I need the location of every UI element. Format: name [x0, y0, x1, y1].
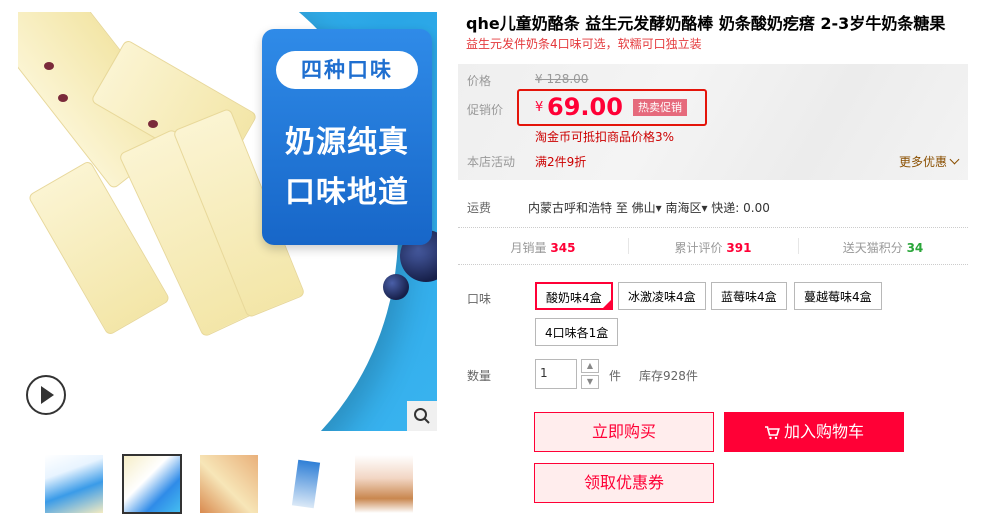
flavor-option-label: 4口味各1盒	[545, 326, 609, 340]
quantity-label: 数量	[467, 369, 492, 383]
quantity-unit: 件	[609, 369, 622, 383]
badge-line-2: 口味地道	[285, 175, 409, 210]
promo-tag: 热卖促销	[633, 99, 687, 116]
flavor-option-label: 蔓越莓味4盒	[804, 290, 872, 304]
price-label: 价格	[467, 74, 492, 88]
quantity-decrease-button[interactable]: ▼	[581, 375, 599, 389]
magnifier-icon[interactable]	[407, 401, 437, 431]
shipping-info[interactable]: 内蒙古呼和浩特 至 佛山▾ 南海区▾ 快递: 0.00	[528, 199, 770, 216]
promo-price-label: 促销价	[467, 103, 504, 117]
flavor-option-label: 酸奶味4盒	[546, 291, 602, 305]
more-offers-label: 更多优惠	[898, 155, 947, 169]
thumbnail-3[interactable]	[199, 454, 259, 514]
more-offers-link[interactable]: 更多优惠	[898, 153, 960, 170]
thumbnail-strip	[44, 454, 424, 514]
product-subtitle: 益生元发件奶条4口味可选，软糯可口独立装	[466, 37, 702, 51]
store-event-label: 本店活动	[467, 155, 516, 169]
thumbnail-4[interactable]	[276, 454, 336, 514]
review-count-label: 累计评价	[674, 241, 723, 255]
flavor-label: 口味	[467, 292, 492, 306]
monthly-sales-value: 345	[550, 241, 576, 255]
play-icon[interactable]	[26, 375, 66, 415]
tmall-points: 送天猫积分 34	[798, 239, 968, 256]
main-product-image[interactable]: 四种口味 奶源纯真 口味地道	[18, 12, 437, 431]
product-title: qhe儿童奶酪条 益生元发酵奶酪棒 奶条酸奶疙瘩 2-3岁牛奶条糖果	[466, 14, 946, 33]
flavor-option-icecream[interactable]: 冰激凌味4盒	[618, 282, 706, 310]
currency-symbol: ¥	[535, 100, 544, 115]
blueberry-graphic	[383, 274, 409, 300]
promo-price-highlight: ¥ 69.00 热卖促销	[517, 89, 707, 126]
flavor-badge: 四种口味 奶源纯真 口味地道	[262, 29, 432, 245]
monthly-sales: 月销量 345	[458, 239, 628, 256]
quantity-increase-button[interactable]: ▲	[581, 359, 599, 373]
divider	[458, 227, 968, 228]
coin-discount-note[interactable]: 淘金币可抵扣商品价格3%	[535, 128, 674, 145]
store-event-text: 满2件9折	[535, 155, 587, 169]
stock-count: 库存928件	[639, 369, 698, 383]
review-count-value: 391	[726, 241, 752, 255]
selected-check-icon	[601, 299, 612, 309]
promo-price-value: 69.00	[547, 93, 623, 121]
chevron-down-icon	[949, 154, 960, 165]
flavor-option-cranberry[interactable]: 蔓越莓味4盒	[794, 282, 882, 310]
berry-bit	[148, 120, 158, 128]
thumbnail-2[interactable]	[122, 454, 182, 514]
tmall-points-value: 34	[906, 241, 924, 255]
badge-line-1: 奶源纯真	[285, 125, 409, 160]
flavor-option-assorted[interactable]: 4口味各1盒	[535, 318, 619, 346]
get-coupon-button[interactable]: 领取优惠券	[534, 463, 714, 503]
thumbnail-5[interactable]	[354, 454, 414, 514]
add-to-cart-button[interactable]: 加入购物车	[724, 412, 904, 452]
badge-pill-text: 四种口味	[276, 51, 418, 89]
review-count[interactable]: 累计评价 391	[628, 239, 798, 256]
monthly-sales-label: 月销量	[510, 241, 547, 255]
quantity-input[interactable]: 1	[535, 359, 577, 389]
buy-now-button[interactable]: 立即购买	[534, 412, 714, 452]
flavor-option-label: 冰激凌味4盒	[628, 290, 696, 304]
flavor-option-blueberry[interactable]: 蓝莓味4盒	[711, 282, 787, 310]
original-price: ¥ 128.00	[535, 72, 589, 86]
cart-icon	[764, 425, 780, 439]
get-coupon-label: 领取优惠券	[583, 473, 664, 492]
price-panel: 价格 ¥ 128.00 促销价 ¥ 69.00 热卖促销 淘金币可抵扣商品价格3…	[458, 64, 968, 180]
divider	[458, 264, 968, 265]
berry-bit	[44, 62, 54, 70]
berry-bit	[58, 94, 68, 102]
shipping-label: 运费	[467, 201, 492, 215]
flavor-option-yogurt[interactable]: 酸奶味4盒	[535, 282, 613, 310]
add-to-cart-label: 加入购物车	[783, 422, 864, 441]
thumbnail-1[interactable]	[44, 454, 104, 514]
flavor-option-label: 蓝莓味4盒	[721, 290, 777, 304]
buy-now-label: 立即购买	[591, 422, 656, 441]
tmall-points-label: 送天猫积分	[842, 241, 903, 255]
